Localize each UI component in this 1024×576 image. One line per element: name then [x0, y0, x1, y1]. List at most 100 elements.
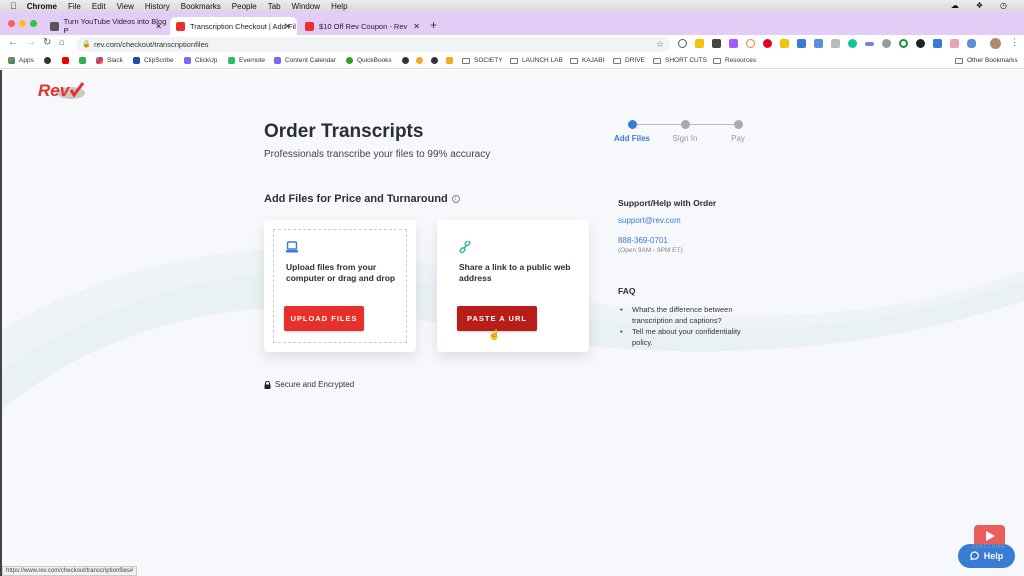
menu-edit[interactable]: Edit [92, 2, 106, 11]
rev-logo[interactable]: Rev [37, 79, 89, 101]
status-bar-url: https://www.rev.com/checkout/transcripti… [2, 566, 138, 576]
menu-history[interactable]: History [145, 2, 170, 11]
paste-url-button[interactable]: PASTE A URL [457, 306, 537, 331]
bookmark-folder-kajabi[interactable]: KAJABI [570, 57, 604, 64]
maximize-window-button[interactable] [30, 20, 37, 27]
lock-icon[interactable]: 🔒 [82, 37, 91, 52]
faq-item[interactable]: Tell me about your confidentiality polic… [618, 326, 758, 348]
slack-icon [96, 57, 103, 64]
emoji-icon [446, 57, 453, 64]
bookmark-apps[interactable]: Apps [8, 57, 34, 64]
bookmark-folder-drive[interactable]: DRIVE [613, 57, 645, 64]
menu-people[interactable]: People [232, 2, 257, 11]
dropbox-icon[interactable]: ❖ [976, 1, 983, 10]
bookmark-emoji[interactable] [416, 57, 427, 64]
close-tab-icon[interactable]: ✕ [413, 22, 420, 31]
extension-icon[interactable] [780, 39, 789, 48]
bookmark-evernote[interactable]: Evernote [228, 57, 265, 64]
close-tab-icon[interactable]: ✕ [284, 22, 291, 31]
bookmark-clipscribe[interactable]: ClipScribe [133, 57, 174, 64]
back-icon[interactable]: ← [8, 37, 18, 48]
pinterest-icon[interactable] [763, 39, 772, 48]
address-bar[interactable]: 🔒 rev.com/checkout/transcriptionfiles ☆ [76, 37, 670, 52]
extension-icon[interactable] [797, 39, 806, 48]
apps-grid-icon [8, 57, 15, 64]
paste-url-card[interactable]: Share a link to a public web address PAS… [437, 220, 589, 352]
grammarly-icon[interactable] [848, 39, 857, 48]
secure-text: Secure and Encrypted [275, 380, 355, 389]
upload-files-button[interactable]: UPLOAD FILES [284, 306, 364, 331]
menu-app-name[interactable]: Chrome [27, 2, 57, 11]
extension-icon[interactable] [950, 39, 959, 48]
step-dot-sign-in [681, 120, 690, 129]
bookmark-star-icon[interactable]: ☆ [656, 37, 664, 52]
extension-icon[interactable] [814, 39, 823, 48]
bookmark-globe-3[interactable] [431, 57, 442, 64]
tab-rev-coupon[interactable]: $10 Off Rev Coupon - Rev ✕ [299, 17, 426, 35]
bookmark-globe-2[interactable] [402, 57, 413, 64]
menu-view[interactable]: View [117, 2, 134, 11]
extension-icon[interactable] [712, 39, 721, 48]
extension-icon[interactable] [695, 39, 704, 48]
bookmark-content-calendar[interactable]: Content Calendar [274, 57, 336, 64]
bookmark-feedly[interactable] [79, 57, 90, 64]
folder-icon [462, 57, 470, 64]
bookmark-folder-society[interactable]: SOCIETY [462, 57, 503, 64]
extension-icon[interactable] [899, 39, 908, 48]
reload-icon[interactable]: ↻ [43, 37, 51, 48]
bookmark-label: Content Calendar [285, 57, 336, 64]
bookmark-folder-short-cuts[interactable]: SHORT CUTS [653, 57, 707, 64]
minimize-window-button[interactable] [19, 20, 26, 27]
profile-avatar[interactable] [990, 38, 1001, 49]
close-tab-icon[interactable]: ✕ [155, 22, 162, 31]
menu-file[interactable]: File [68, 2, 81, 11]
globe-icon [44, 57, 51, 64]
menu-tab[interactable]: Tab [268, 2, 281, 11]
extension-icon[interactable] [729, 39, 738, 48]
bookmark-slack[interactable]: Slack [96, 57, 123, 64]
tab-transcription-checkout[interactable]: Transcription Checkout | Add Fil ✕ [170, 17, 297, 35]
clock-icon[interactable]: ◷ [1000, 1, 1007, 10]
upload-description: Upload files from your computer or drag … [286, 262, 396, 283]
tab-label: $10 Off Rev Coupon - Rev [319, 21, 408, 31]
step-label-pay: Pay [731, 134, 745, 143]
upload-files-card[interactable]: Upload files from your computer or drag … [264, 220, 416, 352]
bookmark-label: SOCIETY [474, 57, 503, 64]
extension-icon[interactable] [882, 39, 891, 48]
tab-youtube-blog[interactable]: Turn YouTube Videos into Blog P ✕ [44, 17, 168, 35]
extension-icon[interactable] [916, 39, 925, 48]
bookmark-other[interactable]: Other Bookmarks [955, 57, 1018, 64]
extension-1password-icon[interactable] [678, 39, 687, 48]
forward-icon[interactable]: → [26, 37, 36, 48]
bookmark-globe[interactable] [44, 57, 55, 64]
creative-cloud-icon[interactable]: ☁ [951, 1, 959, 10]
extension-icon[interactable] [933, 39, 942, 48]
bookmark-folder-launch-lab[interactable]: LAUNCH LAB [510, 57, 563, 64]
folder-icon [570, 57, 578, 64]
subscribe-label: SUBSCRIBE [972, 544, 1006, 550]
camera-icon[interactable] [831, 39, 840, 48]
apple-icon[interactable]:  [10, 1, 17, 11]
support-phone-link[interactable]: 888-369-0701 [618, 236, 668, 245]
menu-window[interactable]: Window [292, 2, 320, 11]
php-icon[interactable] [865, 42, 874, 46]
menu-help[interactable]: Help [331, 2, 347, 11]
info-icon[interactable]: i [451, 195, 460, 203]
feedly-icon [79, 57, 86, 64]
bookmark-hands[interactable] [446, 57, 457, 64]
faq-item[interactable]: What's the difference between transcript… [618, 304, 758, 326]
extension-icon[interactable] [746, 39, 755, 48]
menu-bookmarks[interactable]: Bookmarks [181, 2, 221, 11]
youtube-icon [62, 57, 69, 64]
bookmark-clickup[interactable]: ClickUp [184, 57, 217, 64]
chrome-menu-icon[interactable]: ⋮ [1010, 37, 1019, 48]
new-tab-button[interactable]: + [430, 18, 437, 32]
bookmark-quickbooks[interactable]: QuickBooks [346, 57, 392, 64]
bookmark-folder-resources[interactable]: Resources [713, 57, 756, 64]
bookmark-youtube[interactable] [62, 57, 73, 64]
step-dot-pay [734, 120, 743, 129]
home-icon[interactable]: ⌂ [59, 37, 65, 48]
extension-icon[interactable] [967, 39, 976, 48]
close-window-button[interactable] [8, 20, 15, 27]
support-email-link[interactable]: support@rev.com [618, 216, 681, 225]
